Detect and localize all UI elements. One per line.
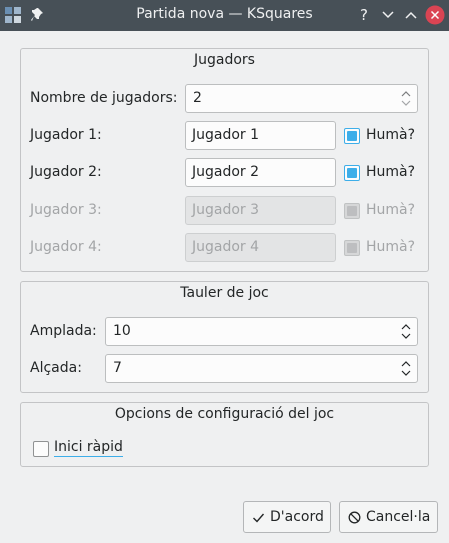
spin-arrows-icon[interactable] [399,88,413,109]
player-4-human-checkbox [344,240,360,256]
player-3-label: Jugador 3: [30,202,102,218]
player-4-name-value: Jugador 4 [192,239,260,255]
player-1-name-value: Jugador 1 [192,127,260,143]
player-count-label: Nombre de jugadors: [30,90,178,106]
cancel-icon [348,511,361,524]
player-2-human-label[interactable]: Humà? [366,164,415,180]
board-height-spinbox[interactable]: 7 [105,354,418,383]
maximize-icon[interactable] [402,6,420,24]
board-height-value: 7 [113,360,122,376]
board-width-value: 10 [113,323,131,339]
options-group: Opcions de configuració del joc Inici rà… [20,402,429,467]
cancel-button[interactable]: Cancel·la [339,501,438,533]
players-group: Jugadors Nombre de jugadors: 2 Jugador 1… [20,48,429,272]
players-group-title: Jugadors [194,52,255,68]
player-3-name-value: Jugador 3 [192,202,260,218]
player-3-name-field: Jugador 3 [185,196,336,225]
player-2-label: Jugador 2: [30,164,102,180]
minimize-icon[interactable] [379,6,397,24]
player-1-human-label[interactable]: Humà? [366,127,415,143]
board-width-spinbox[interactable]: 10 [105,317,418,346]
player-3-human-checkbox [344,203,360,219]
quick-start-checkbox[interactable] [33,441,49,457]
board-group: Tauler de joc Amplada: 10 Alçada: 7 [20,281,429,393]
player-4-name-field: Jugador 4 [185,233,336,262]
player-4-label: Jugador 4: [30,239,102,255]
player-1-label: Jugador 1: [30,127,102,143]
quick-start-label[interactable]: Inici ràpid [54,439,123,457]
player-2-name-field[interactable]: Jugador 2 [185,158,336,187]
help-icon[interactable]: ? [355,6,373,24]
cancel-button-label: Cancel·la [366,509,431,525]
options-group-title: Opcions de configuració del joc [114,406,335,422]
svg-text:?: ? [360,6,368,24]
player-2-name-value: Jugador 2 [192,164,260,180]
player-3-human-label: Humà? [366,202,416,218]
ok-button[interactable]: D'acord [243,501,331,533]
spin-arrows-icon[interactable] [399,358,413,379]
player-count-spinbox[interactable]: 2 [185,84,418,113]
board-width-label: Amplada: [30,323,97,339]
board-group-title: Tauler de joc [180,285,269,301]
check-icon [253,513,265,523]
board-height-label: Alçada: [30,360,82,376]
player-2-human-checkbox[interactable] [344,165,360,181]
close-icon[interactable] [425,5,445,25]
player-1-name-field[interactable]: Jugador 1 [185,121,336,150]
ok-button-label: D'acord [270,509,324,525]
player-count-value: 2 [193,90,202,106]
spin-arrows-icon[interactable] [399,321,413,342]
title-bar: Partida nova — KSquares ? [0,0,449,31]
player-1-human-checkbox[interactable] [344,128,360,144]
player-4-human-label: Humà? [366,239,416,255]
